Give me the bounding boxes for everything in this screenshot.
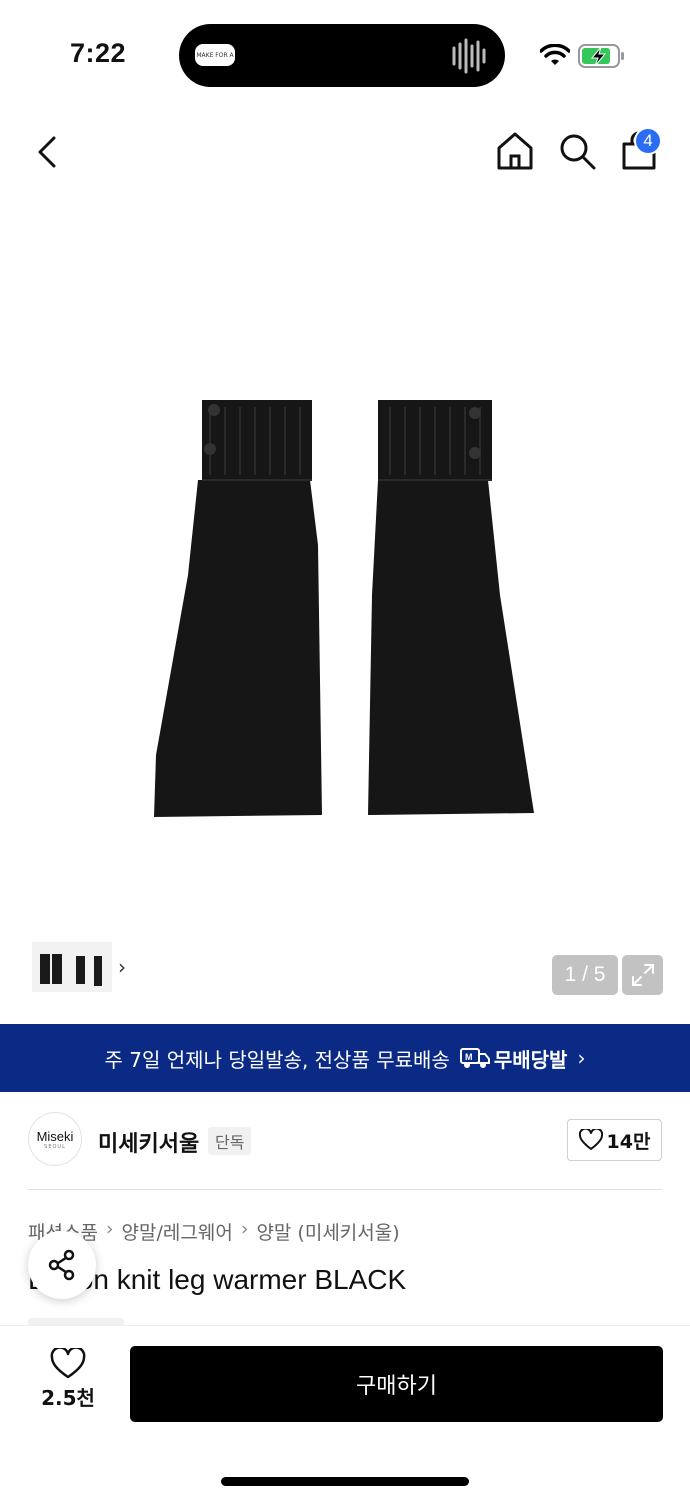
heart-outline-icon — [50, 1348, 86, 1379]
buy-button[interactable]: 구매하기 — [130, 1346, 663, 1422]
brand-logo-text: Miseki — [36, 1128, 74, 1144]
expand-icon — [631, 964, 654, 986]
audio-wave-icon — [452, 38, 486, 74]
exclusive-badge: 단독 — [208, 1127, 252, 1155]
search-icon[interactable] — [556, 130, 598, 172]
banner-chevron-icon: › — [577, 1046, 586, 1070]
breadcrumb-item[interactable]: 양말/레그웨어 — [122, 1218, 233, 1245]
thumbnail-next-icon[interactable]: › — [118, 955, 126, 979]
breadcrumb-item[interactable]: 양말 (미세키서울) — [256, 1218, 399, 1245]
bottom-action-bar: 2.5천 구매하기 — [0, 1325, 690, 1500]
wishlist-count: 2.5천 — [41, 1386, 95, 1410]
section-divider — [28, 1189, 662, 1190]
breadcrumb-separator-icon: › — [240, 1218, 249, 1240]
home-icon[interactable] — [494, 130, 536, 172]
status-time: 7:22 — [70, 38, 127, 68]
battery-charging-icon — [578, 44, 624, 68]
brand-like-button[interactable]: 14만 — [567, 1119, 662, 1161]
banner-logo: M 무배당발 — [459, 1044, 568, 1073]
product-image[interactable] — [150, 395, 540, 825]
image-counter: 1 / 5 — [552, 955, 618, 995]
brand-logo[interactable]: Miseki SEOUL — [28, 1112, 82, 1166]
banner-logo-text: 무배당발 — [493, 1047, 568, 1072]
brand-like-count: 14만 — [606, 1130, 651, 1153]
wishlist-button[interactable]: 2.5천 — [28, 1348, 108, 1418]
expand-image-button[interactable] — [622, 955, 663, 995]
thumbnail-image[interactable] — [32, 942, 112, 992]
home-indicator — [221, 1477, 469, 1486]
status-bar: 7:22 MAKE FOR A — [0, 0, 690, 110]
brand-logo-subtext: SEOUL — [44, 1143, 66, 1150]
share-icon — [48, 1249, 75, 1281]
top-navigation — [0, 110, 690, 200]
dynamic-island: MAKE FOR A — [179, 24, 505, 87]
delivery-truck-icon: M — [459, 1048, 490, 1068]
back-icon[interactable] — [28, 132, 68, 172]
free-shipping-banner[interactable]: 주 7일 언제나 당일발송, 전상품 무료배송 M 무배당발 › — [0, 1024, 690, 1092]
cart-count-badge: 4 — [634, 127, 662, 155]
brand-row: Miseki SEOUL 미세키서울 단독 14만 — [28, 1112, 662, 1170]
thumbnail-strip[interactable]: › — [28, 938, 141, 996]
brand-name-link[interactable]: 미세키서울 — [98, 1126, 199, 1158]
heart-outline-icon — [578, 1129, 603, 1150]
svg-text:M: M — [465, 1052, 473, 1062]
share-button[interactable] — [28, 1231, 96, 1299]
island-app-label: MAKE FOR A — [195, 44, 235, 66]
breadcrumb-separator-icon: › — [105, 1218, 114, 1240]
wifi-icon — [540, 44, 570, 65]
banner-text: 주 7일 언제나 당일발송, 전상품 무료배송 — [104, 1047, 450, 1072]
